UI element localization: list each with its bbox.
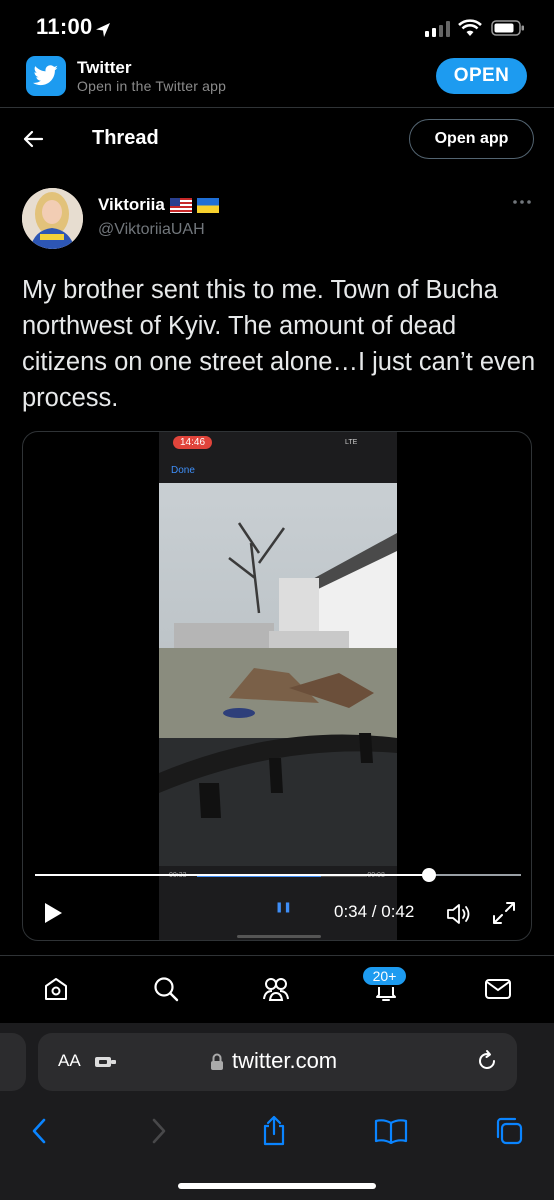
recorded-network-label: LTE — [345, 439, 358, 446]
battery-icon — [491, 20, 524, 36]
share-icon[interactable] — [252, 1111, 296, 1151]
recorded-pause-icon: ❚❚ — [275, 902, 292, 913]
address-bar[interactable]: AA twitter.com — [38, 1033, 517, 1091]
bottom-nav: 20+ — [0, 955, 554, 1023]
thread-header: Thread Open app — [0, 110, 554, 170]
nav-communities-icon[interactable] — [256, 969, 296, 1009]
display-name-text: Viktoriia — [98, 195, 165, 214]
author-handle[interactable]: @ViktoriiaUAH — [98, 221, 205, 239]
notification-badge: 20+ — [361, 965, 408, 987]
fullscreen-icon[interactable] — [491, 900, 517, 926]
video-player[interactable]: 14:46 LTE Done ❚❚ 0:34 / 0:42 — [22, 431, 532, 941]
banner-subtitle: Open in the Twitter app — [77, 78, 227, 94]
browser-back-icon[interactable] — [17, 1111, 61, 1151]
status-bar: 11:00 — [0, 0, 554, 56]
divider — [0, 107, 554, 108]
home-indicator — [178, 1183, 376, 1189]
play-icon[interactable] — [43, 902, 63, 924]
nav-home-icon[interactable] — [36, 969, 76, 1009]
recorded-status-time: 14:46 — [173, 436, 213, 449]
recorded-done-label: Done — [171, 465, 195, 476]
extension-icon[interactable] — [94, 1053, 118, 1071]
video-progress-fill — [35, 874, 429, 876]
text-size-button[interactable]: AA — [58, 1051, 81, 1071]
lock-icon — [211, 1053, 223, 1070]
previous-tab-edge[interactable] — [0, 1033, 26, 1091]
location-arrow-icon — [96, 23, 110, 37]
browser-forward-icon[interactable] — [137, 1111, 181, 1151]
ukraine-flag-icon — [196, 197, 219, 213]
nav-messages-icon[interactable] — [478, 969, 518, 1009]
volume-icon[interactable] — [445, 902, 473, 926]
tabs-icon[interactable] — [487, 1111, 531, 1151]
video-time-label: 0:34 / 0:42 — [334, 902, 415, 921]
tweet-text: My brother sent this to me. Town of Buch… — [22, 276, 536, 412]
more-options-icon[interactable] — [512, 198, 532, 206]
page-title: Thread — [92, 127, 159, 149]
open-app-button[interactable]: Open app — [409, 119, 534, 159]
banner-title: Twitter — [77, 58, 132, 77]
browser-toolbar: AA twitter.com — [0, 1023, 554, 1200]
app-banner: Twitter Open in the Twitter app OPEN — [0, 56, 554, 108]
avatar[interactable] — [22, 188, 83, 249]
recorded-home-indicator — [237, 935, 321, 938]
video-scrubber-knob[interactable] — [421, 868, 436, 882]
video-frame-image — [159, 483, 397, 866]
open-in-app-button[interactable]: OPEN — [436, 58, 527, 94]
bookmarks-icon[interactable] — [369, 1111, 413, 1151]
status-time: 11:00 — [36, 14, 93, 39]
back-arrow-icon[interactable] — [22, 128, 44, 150]
nav-search-icon[interactable] — [146, 969, 186, 1009]
twitter-logo-icon — [26, 56, 66, 96]
author-name[interactable]: Viktoriia — [98, 195, 219, 215]
wifi-icon — [458, 19, 482, 36]
url-text: twitter.com — [232, 1048, 338, 1073]
us-flag-icon — [169, 197, 192, 213]
reload-icon[interactable] — [475, 1049, 499, 1073]
recorded-phone-screen: 14:46 LTE Done ❚❚ — [159, 432, 397, 940]
recorded-seek-bar — [197, 875, 367, 877]
cellular-signal-icon — [425, 21, 450, 37]
video-progress-bar[interactable] — [35, 868, 521, 882]
